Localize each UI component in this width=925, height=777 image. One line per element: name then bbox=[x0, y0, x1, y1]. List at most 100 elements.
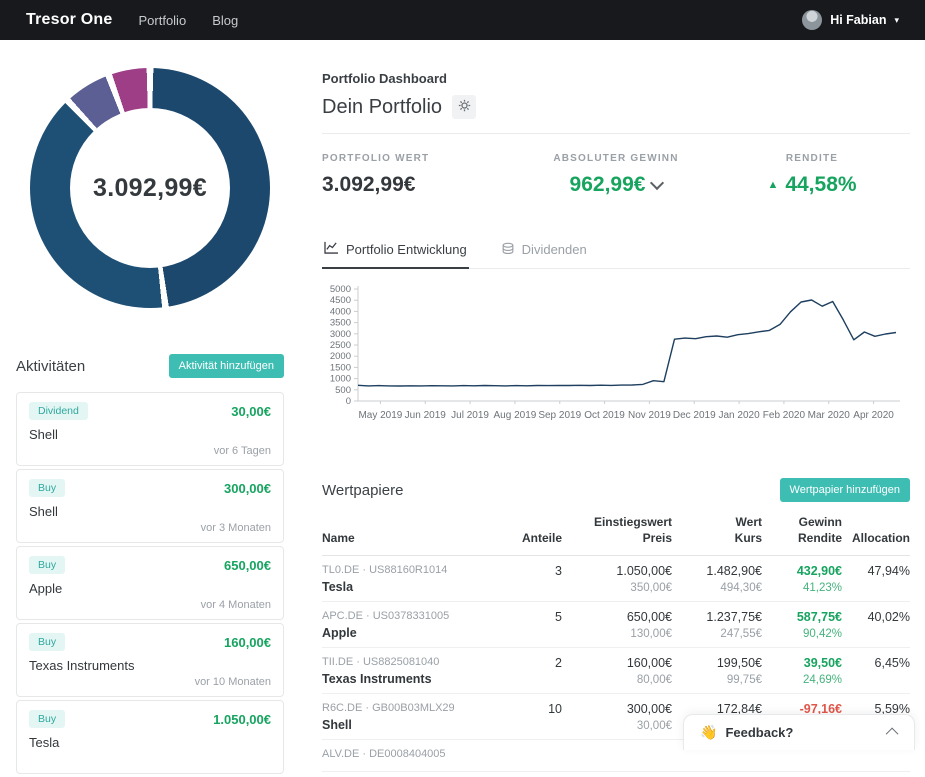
stat-portfolio-wert: PORTFOLIO WERT 3.092,99€ bbox=[322, 153, 518, 197]
y-axis-tick-label: 4000 bbox=[330, 306, 351, 317]
security-name: Apple bbox=[322, 626, 492, 640]
current-value: 1.237,75€ bbox=[672, 610, 762, 624]
feedback-widget[interactable]: 👋 Feedback? bbox=[683, 714, 915, 750]
activity-security-name: Shell bbox=[29, 427, 271, 442]
waving-hand-icon: 👋 bbox=[700, 724, 717, 741]
buy-value: 650,00€ bbox=[562, 610, 672, 624]
activity-list: Dividend 30,00€ Shell vor 6 Tagen Buy 30… bbox=[16, 392, 284, 774]
chevron-down-icon[interactable] bbox=[650, 176, 664, 190]
activity-card[interactable]: Dividend 30,00€ Shell vor 6 Tagen bbox=[16, 392, 284, 466]
add-security-button[interactable]: Wertpapier hinzufügen bbox=[780, 478, 910, 502]
gain-value: 587,75€ bbox=[762, 610, 842, 624]
tab-label: Portfolio Entwicklung bbox=[346, 242, 467, 257]
left-sidebar: 3.092,99€ Aktivitäten Aktivität hinzufüg… bbox=[16, 40, 284, 777]
donut-hole: 3.092,99€ bbox=[70, 108, 230, 268]
y-axis-tick-label: 1500 bbox=[330, 362, 351, 373]
security-name: Tesla bbox=[322, 580, 492, 594]
chevron-up-icon[interactable] bbox=[886, 728, 899, 741]
tab-portfolio-entwicklung[interactable]: Portfolio Entwicklung bbox=[322, 241, 469, 269]
page-title: Dein Portfolio bbox=[322, 96, 442, 119]
activity-amount: 300,00€ bbox=[224, 481, 271, 496]
allocation-percent: 40,02% bbox=[842, 610, 910, 624]
portfolio-performance-chart: 0500100015002000250030003500400045005000… bbox=[322, 283, 910, 436]
y-axis-tick-label: 0 bbox=[346, 396, 351, 407]
stat-value: 3.092,99€ bbox=[322, 173, 518, 197]
security-ticker: ALV.DE · DE0008404005 bbox=[322, 748, 492, 760]
portfolio-value-line bbox=[358, 300, 896, 386]
current-value: 199,50€ bbox=[672, 656, 762, 670]
securities-header: Wertpapiere Wertpapier hinzufügen bbox=[322, 478, 910, 502]
avatar[interactable] bbox=[802, 10, 822, 30]
activities-title: Aktivitäten bbox=[16, 358, 85, 375]
col-name: Name bbox=[322, 514, 492, 546]
security-ticker: R6C.DE · GB00B03MLX29 bbox=[322, 702, 492, 714]
table-row[interactable]: TII.DE · US8825081040 Texas Instruments … bbox=[322, 648, 910, 694]
activity-type-badge: Buy bbox=[29, 479, 65, 497]
chart-tabs: Portfolio Entwicklung Dividenden bbox=[322, 241, 910, 269]
activity-security-name: Texas Instruments bbox=[29, 658, 271, 673]
x-axis-tick-label: Oct 2019 bbox=[584, 410, 625, 421]
activity-time: vor 10 Monaten bbox=[29, 676, 271, 689]
x-axis-tick-label: Jan 2020 bbox=[719, 410, 761, 421]
buy-price: 80,00€ bbox=[562, 674, 672, 686]
allocation-percent: 47,94% bbox=[842, 564, 910, 578]
securities-title: Wertpapiere bbox=[322, 482, 403, 499]
activity-security-name: Apple bbox=[29, 581, 271, 596]
gain-value: 39,50€ bbox=[762, 656, 842, 670]
y-axis-tick-label: 3000 bbox=[330, 329, 351, 340]
security-ticker: APC.DE · US0378331005 bbox=[322, 610, 492, 622]
nav-link-blog[interactable]: Blog bbox=[212, 13, 238, 28]
gain-value: 432,90€ bbox=[762, 564, 842, 578]
gain-percent: 41,23% bbox=[762, 582, 842, 594]
activity-time: vor 6 Tagen bbox=[29, 445, 271, 458]
activity-card[interactable]: Buy 300,00€ Shell vor 3 Monaten bbox=[16, 469, 284, 543]
y-axis-tick-label: 3500 bbox=[330, 318, 351, 329]
app-logo[interactable]: Tresor One bbox=[26, 11, 112, 29]
table-header: Name Anteile EinstiegswertPreis WertKurs… bbox=[322, 514, 910, 556]
table-row[interactable]: TL0.DE · US88160R1014 Tesla 3 1.050,00€3… bbox=[322, 556, 910, 602]
tab-label: Dividenden bbox=[522, 242, 587, 257]
y-axis-tick-label: 4500 bbox=[330, 295, 351, 306]
activity-type-badge: Buy bbox=[29, 633, 65, 651]
allocation-percent: 6,45% bbox=[842, 656, 910, 670]
line-chart-icon bbox=[324, 241, 339, 257]
user-greeting: Hi Fabian bbox=[830, 13, 886, 27]
divider bbox=[322, 133, 910, 134]
x-axis-tick-label: May 2019 bbox=[358, 410, 402, 421]
buy-value: 300,00€ bbox=[562, 702, 672, 716]
col-wert-kurs: WertKurs bbox=[672, 514, 762, 546]
activity-card[interactable]: Buy 160,00€ Texas Instruments vor 10 Mon… bbox=[16, 623, 284, 697]
gain-percent: 24,69% bbox=[762, 674, 842, 686]
col-gewinn-rendite: GewinnRendite bbox=[762, 514, 842, 546]
activity-card[interactable]: Buy 1.050,00€ Tesla bbox=[16, 700, 284, 774]
activity-amount: 160,00€ bbox=[224, 635, 271, 650]
security-ticker: TII.DE · US8825081040 bbox=[322, 656, 492, 668]
gain-percent: 90,42% bbox=[762, 628, 842, 640]
table-row[interactable]: APC.DE · US0378331005 Apple 5 650,00€130… bbox=[322, 602, 910, 648]
y-axis-tick-label: 5000 bbox=[330, 284, 351, 295]
current-price: 247,55€ bbox=[672, 628, 762, 640]
chevron-down-icon: ▾ bbox=[894, 16, 899, 25]
security-shares: 3 bbox=[492, 564, 562, 578]
nav-link-portfolio[interactable]: Portfolio bbox=[138, 13, 186, 28]
x-axis-tick-label: Nov 2019 bbox=[628, 410, 671, 421]
gear-icon bbox=[458, 99, 471, 115]
coins-icon bbox=[501, 242, 515, 258]
settings-button[interactable] bbox=[452, 95, 476, 119]
tab-dividenden[interactable]: Dividenden bbox=[499, 241, 589, 268]
page-eyebrow: Portfolio Dashboard bbox=[322, 71, 910, 86]
activity-security-name: Shell bbox=[29, 504, 271, 519]
add-activity-button[interactable]: Aktivität hinzufügen bbox=[169, 354, 284, 378]
buy-price: 30,00€ bbox=[562, 720, 672, 732]
performance-line-chart: 0500100015002000250030003500400045005000… bbox=[322, 283, 902, 431]
user-menu[interactable]: Hi Fabian ▾ bbox=[802, 10, 899, 30]
x-axis-tick-label: Feb 2020 bbox=[763, 410, 806, 421]
main-content: Portfolio Dashboard Dein Portfolio PORTF… bbox=[322, 40, 910, 772]
activity-amount: 1.050,00€ bbox=[213, 712, 271, 727]
activity-card[interactable]: Buy 650,00€ Apple vor 4 Monaten bbox=[16, 546, 284, 620]
buy-value: 160,00€ bbox=[562, 656, 672, 670]
current-value: 1.482,90€ bbox=[672, 564, 762, 578]
activity-type-badge: Dividend bbox=[29, 402, 88, 420]
activity-type-badge: Buy bbox=[29, 556, 65, 574]
activity-time: vor 4 Monaten bbox=[29, 599, 271, 612]
